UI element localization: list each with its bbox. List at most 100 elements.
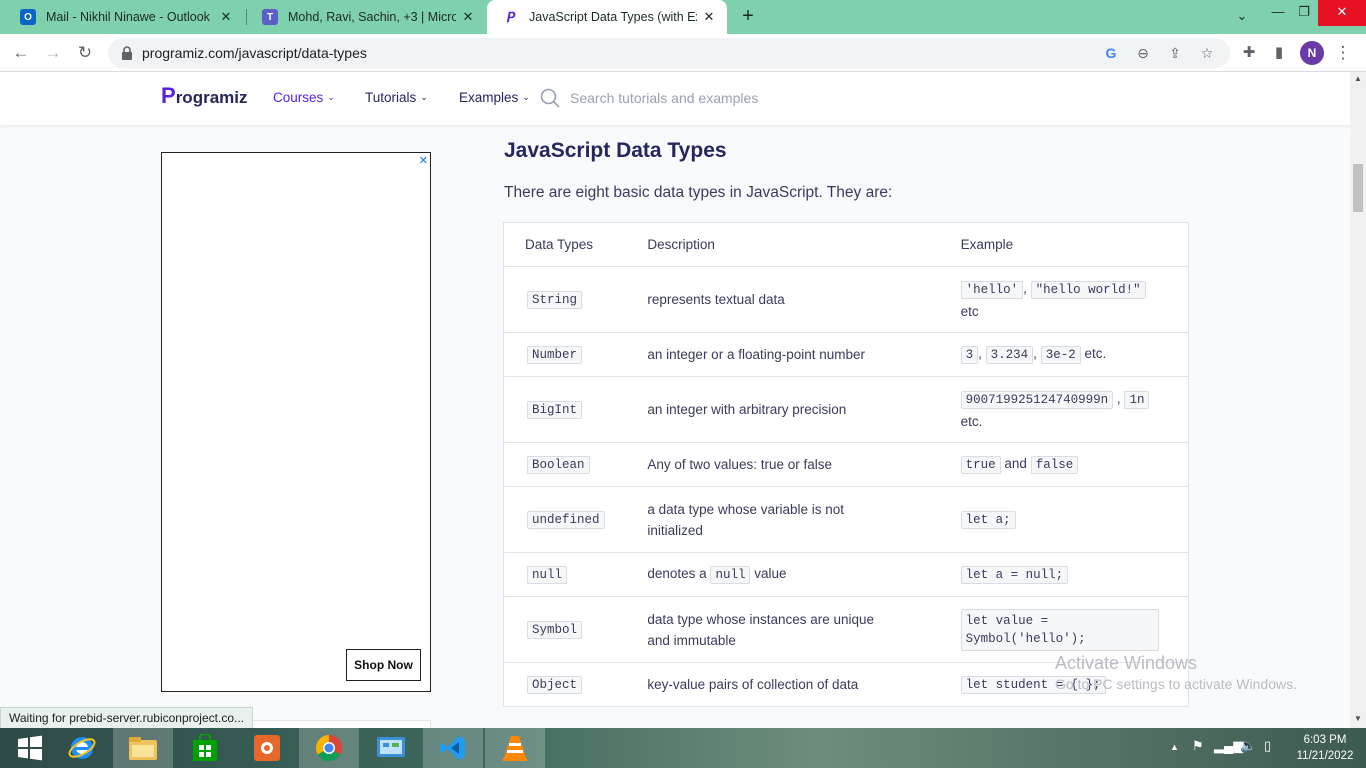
tab-programiz[interactable]: 𝘗 JavaScript Data Types (with Examples) … xyxy=(487,0,727,34)
nav-examples[interactable]: Examples ⌄ xyxy=(459,90,530,105)
google-icon[interactable]: G xyxy=(1100,42,1122,64)
type-code: undefined xyxy=(527,511,605,529)
paint-icon xyxy=(254,735,280,761)
type-code: String xyxy=(527,291,583,309)
example-separator: , xyxy=(1023,280,1027,296)
nav-courses-label: Courses xyxy=(273,90,324,105)
scroll-down-icon[interactable]: ▼ xyxy=(1354,714,1362,723)
page-scrollbar[interactable]: ▲ ▼ xyxy=(1350,72,1366,728)
chevron-down-icon: ⌄ xyxy=(327,92,335,102)
example-cell: true and false xyxy=(939,442,1189,487)
example-trailing: etc. xyxy=(1084,346,1107,361)
example-separator: , xyxy=(1116,390,1121,406)
window-close-button[interactable]: ✕ xyxy=(1318,0,1366,26)
url-text[interactable]: programiz.com/javascript/data-types xyxy=(142,45,367,61)
description-cell: an integer with arbitrary precision xyxy=(626,376,940,443)
example-code: 1n xyxy=(1124,390,1150,409)
table-header: Description xyxy=(626,222,940,267)
page-viewport: Programiz Courses ⌄ Tutorials ⌄ Examples ⌄ … xyxy=(0,72,1350,728)
start-button[interactable] xyxy=(0,728,60,768)
taskbar-clock[interactable]: 6:03 PM 11/21/2022 xyxy=(1290,732,1360,764)
network-signal-icon[interactable]: ▂▄▆ xyxy=(1214,738,1243,754)
vscode-app[interactable] xyxy=(423,728,483,768)
activate-windows-title: Activate Windows xyxy=(1055,653,1198,673)
browser-toolbar: ← → ↻ programiz.com/javascript/data-type… xyxy=(0,34,1366,72)
tab-outlook[interactable]: O Mail - Nikhil Ninawe - Outlook ✕ xyxy=(4,0,244,34)
table-row: null denotes a null value let a = null; xyxy=(503,552,1189,597)
new-tab-button[interactable]: + xyxy=(736,5,760,29)
table-header-row: Data Types Description Example xyxy=(503,222,1189,267)
ad-close-icon[interactable]: ✕ xyxy=(419,154,428,167)
side-panel-icon[interactable]: ▮ xyxy=(1266,40,1292,66)
logo-mark: P xyxy=(161,83,176,108)
type-cell: BigInt xyxy=(503,376,627,443)
internet-explorer-icon xyxy=(68,737,96,759)
vlc-app[interactable] xyxy=(485,728,545,768)
example-cell: 'hello', "hello world!" etc xyxy=(939,266,1189,333)
address-bar[interactable]: programiz.com/javascript/data-types G ⊖ … xyxy=(108,38,1230,68)
windows-taskbar: ▲ ⚑ ▂▄▆ 🔈 ▯ 6:03 PM 11/21/2022 xyxy=(0,728,1366,768)
battery-icon[interactable]: ▯ xyxy=(1264,738,1271,754)
share-icon[interactable]: ⇪ xyxy=(1164,42,1186,64)
example-separator: , xyxy=(978,346,982,361)
lock-icon[interactable] xyxy=(120,45,134,61)
close-icon[interactable]: ✕ xyxy=(460,9,476,25)
nav-examples-label: Examples xyxy=(459,90,519,105)
control-panel-app[interactable] xyxy=(361,728,421,768)
example-separator: and xyxy=(1004,456,1027,471)
example-cell: 900719925124740999n , 1n etc. xyxy=(939,376,1189,443)
close-icon[interactable]: ✕ xyxy=(218,9,234,25)
outlook-icon: O xyxy=(20,9,36,25)
scroll-up-icon[interactable]: ▲ xyxy=(1354,74,1362,83)
volume-icon[interactable]: 🔈 xyxy=(1240,738,1256,754)
store-app[interactable] xyxy=(175,728,235,768)
paint-app[interactable] xyxy=(237,728,297,768)
type-code: null xyxy=(527,566,568,584)
zoom-icon[interactable]: ⊖ xyxy=(1132,42,1154,64)
back-button[interactable]: ← xyxy=(8,40,34,66)
folder-icon xyxy=(129,737,157,760)
restore-button[interactable]: ❐ xyxy=(1286,0,1322,26)
file-explorer-app[interactable] xyxy=(113,728,173,768)
search-icon[interactable] xyxy=(540,88,560,108)
search-input[interactable] xyxy=(570,85,870,111)
table-header: Data Types xyxy=(503,222,627,267)
scroll-thumb[interactable] xyxy=(1353,164,1363,212)
internet-explorer-app[interactable] xyxy=(52,728,112,768)
table-row: Boolean Any of two values: true or false… xyxy=(503,442,1189,487)
table-row: Number an integer or a floating-point nu… xyxy=(503,332,1189,377)
browser-tab-strip: O Mail - Nikhil Ninawe - Outlook ✕ T Moh… xyxy=(0,0,1366,34)
action-center-flag-icon[interactable]: ⚑ xyxy=(1192,738,1204,754)
description-cell: denotes a null value xyxy=(626,552,940,597)
close-icon[interactable]: ✕ xyxy=(701,9,717,25)
browser-menu-icon[interactable]: ⋮ xyxy=(1330,40,1356,66)
data-types-table: Data Types Description Example String re… xyxy=(503,222,1189,707)
extensions-icon[interactable]: ✚ xyxy=(1236,40,1262,66)
tray-overflow-icon[interactable]: ▲ xyxy=(1170,742,1179,752)
clock-time: 6:03 PM xyxy=(1303,734,1347,746)
example-separator: , xyxy=(1033,346,1037,361)
store-icon xyxy=(193,734,217,761)
shop-now-button[interactable]: Shop Now xyxy=(346,649,421,681)
type-code: Object xyxy=(527,676,583,694)
example-code: 'hello' xyxy=(960,280,1024,299)
advertisement[interactable]: ✕ Shop Now xyxy=(161,152,431,692)
tab-search-chevron-icon[interactable]: ⌄ xyxy=(1224,4,1260,30)
nav-tutorials[interactable]: Tutorials ⌄ xyxy=(365,90,428,105)
programiz-icon: 𝘗 xyxy=(506,8,516,25)
programiz-logo[interactable]: Programiz xyxy=(161,83,247,109)
description-cell: key-value pairs of collection of data xyxy=(626,662,940,707)
tab-teams[interactable]: T Mohd, Ravi, Sachin, +3 | Microsoft Tea… xyxy=(246,0,486,34)
chrome-app[interactable] xyxy=(299,728,359,768)
example-trailing: etc. xyxy=(960,413,983,429)
forward-button[interactable]: → xyxy=(40,40,66,66)
profile-avatar[interactable]: N xyxy=(1300,41,1324,65)
bookmark-star-icon[interactable]: ☆ xyxy=(1196,42,1218,64)
reload-button[interactable]: ↻ xyxy=(72,40,98,66)
description-cell: Any of two values: true or false xyxy=(626,442,940,487)
table-row: BigInt an integer with arbitrary precisi… xyxy=(503,376,1189,443)
example-cell: let a; xyxy=(939,486,1189,553)
page-title: JavaScript Data Types xyxy=(504,139,727,162)
example-trailing: etc xyxy=(960,303,979,319)
nav-courses[interactable]: Courses ⌄ xyxy=(273,90,335,105)
